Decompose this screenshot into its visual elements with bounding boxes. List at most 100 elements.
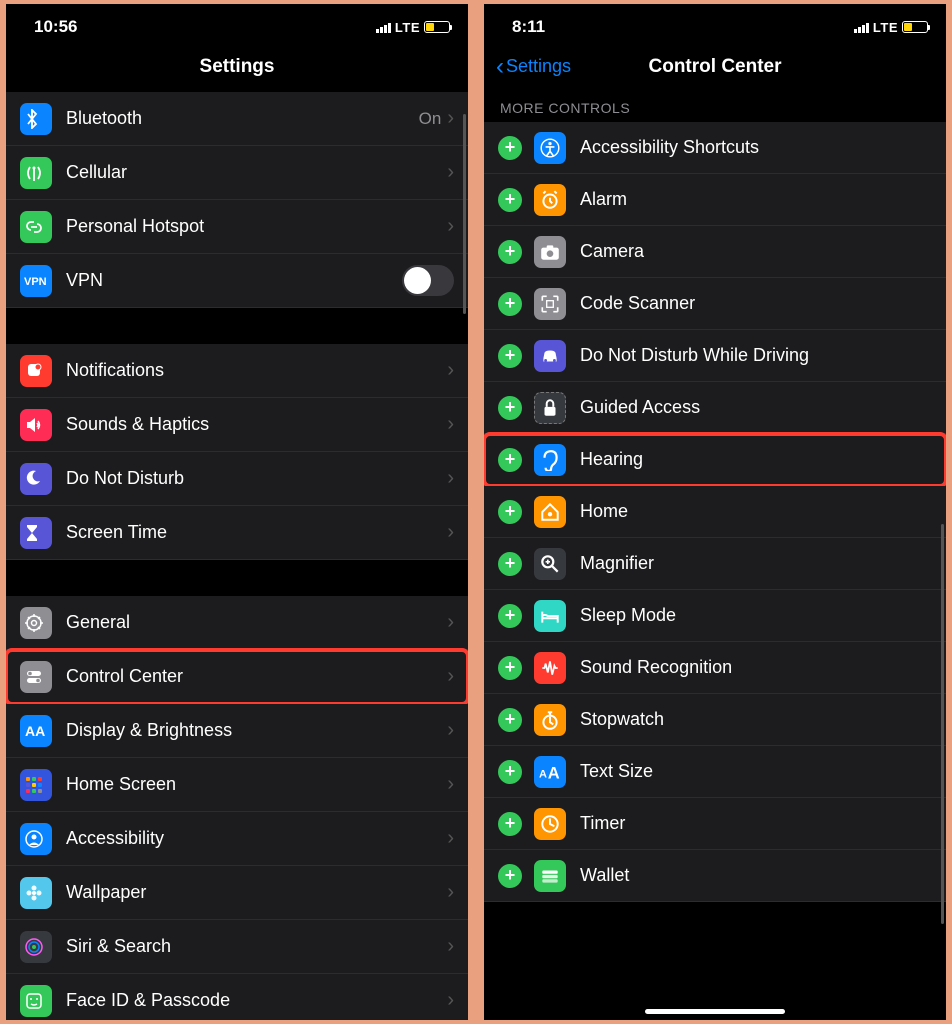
settings-row-notifications[interactable]: Notifications › (6, 344, 468, 398)
settings-row-face-id-passcode[interactable]: Face ID & Passcode › (6, 974, 468, 1024)
control-row-wallet[interactable]: + Wallet (484, 850, 946, 902)
bluetooth-icon (20, 103, 52, 135)
add-button[interactable]: + (498, 396, 522, 420)
settings-row-vpn[interactable]: VPN VPN (6, 254, 468, 308)
vpn-toggle[interactable] (402, 265, 454, 296)
chevron-right-icon: › (447, 215, 454, 238)
control-row-sound-recognition[interactable]: + Sound Recognition (484, 642, 946, 694)
bell-icon (20, 355, 52, 387)
settings-row-personal-hotspot[interactable]: Personal Hotspot › (6, 200, 468, 254)
row-label: Display & Brightness (66, 720, 447, 741)
add-button[interactable]: + (498, 448, 522, 472)
settings-row-general[interactable]: General › (6, 596, 468, 650)
row-label: Alarm (580, 189, 932, 210)
control-row-hearing[interactable]: + Hearing (484, 434, 946, 486)
add-button[interactable]: + (498, 240, 522, 264)
chevron-right-icon: › (447, 773, 454, 796)
control-row-text-size[interactable]: + AA Text Size (484, 746, 946, 798)
settings-row-siri-search[interactable]: Siri & Search › (6, 920, 468, 974)
settings-row-control-center[interactable]: Control Center › (6, 650, 468, 704)
chevron-right-icon: › (447, 881, 454, 904)
add-button[interactable]: + (498, 188, 522, 212)
row-label: Do Not Disturb While Driving (580, 345, 932, 366)
home-icon (534, 496, 566, 528)
header: Settings (6, 46, 468, 92)
settings-row-bluetooth[interactable]: Bluetooth On› (6, 92, 468, 146)
home-indicator[interactable] (645, 1009, 785, 1014)
add-button[interactable]: + (498, 708, 522, 732)
wallet-icon (534, 860, 566, 892)
chevron-right-icon: › (447, 467, 454, 490)
control-row-stopwatch[interactable]: + Stopwatch (484, 694, 946, 746)
add-button[interactable]: + (498, 864, 522, 888)
control-row-camera[interactable]: + Camera (484, 226, 946, 278)
row-label: Magnifier (580, 553, 932, 574)
add-button[interactable]: + (498, 500, 522, 524)
row-label: Notifications (66, 360, 447, 381)
back-button[interactable]: ‹ Settings (496, 56, 571, 77)
row-label: Screen Time (66, 522, 447, 543)
chevron-right-icon: › (447, 665, 454, 688)
add-button[interactable]: + (498, 552, 522, 576)
add-button[interactable]: + (498, 760, 522, 784)
settings-row-cellular[interactable]: Cellular › (6, 146, 468, 200)
settings-row-sounds-haptics[interactable]: Sounds & Haptics › (6, 398, 468, 452)
row-label: Control Center (66, 666, 447, 687)
control-row-do-not-disturb-while-driving[interactable]: + Do Not Disturb While Driving (484, 330, 946, 382)
row-label: Personal Hotspot (66, 216, 447, 237)
add-button[interactable]: + (498, 604, 522, 628)
signal-icon (854, 21, 869, 33)
settings-row-accessibility[interactable]: Accessibility › (6, 812, 468, 866)
gear-icon (20, 607, 52, 639)
control-row-accessibility-shortcuts[interactable]: + Accessibility Shortcuts (484, 122, 946, 174)
row-label: Camera (580, 241, 932, 262)
row-label: Home (580, 501, 932, 522)
settings-row-wallpaper[interactable]: Wallpaper › (6, 866, 468, 920)
control-row-timer[interactable]: + Timer (484, 798, 946, 850)
chevron-right-icon: › (447, 827, 454, 850)
settings-row-screen-time[interactable]: Screen Time › (6, 506, 468, 560)
svg-text:A: A (548, 764, 560, 782)
camera-icon (534, 236, 566, 268)
scrollbar[interactable] (941, 524, 944, 924)
add-button[interactable]: + (498, 812, 522, 836)
controls-list[interactable]: + Accessibility Shortcuts + Alarm + Came… (484, 122, 946, 902)
grid-icon (20, 769, 52, 801)
control-row-magnifier[interactable]: + Magnifier (484, 538, 946, 590)
status-time: 8:11 (512, 17, 545, 37)
add-button[interactable]: + (498, 136, 522, 160)
antenna-icon (20, 157, 52, 189)
row-label: Guided Access (580, 397, 932, 418)
control-row-alarm[interactable]: + Alarm (484, 174, 946, 226)
access-icon (534, 132, 566, 164)
chevron-right-icon: › (447, 611, 454, 634)
control-row-guided-access[interactable]: + Guided Access (484, 382, 946, 434)
row-label: Do Not Disturb (66, 468, 447, 489)
speaker-icon (20, 409, 52, 441)
network-label: LTE (873, 20, 898, 35)
add-button[interactable]: + (498, 344, 522, 368)
settings-row-display-brightness[interactable]: AA Display & Brightness › (6, 704, 468, 758)
chevron-right-icon: › (447, 989, 454, 1012)
settings-row-home-screen[interactable]: Home Screen › (6, 758, 468, 812)
chevron-right-icon: › (447, 719, 454, 742)
status-time: 10:56 (34, 17, 77, 37)
scrollbar[interactable] (463, 114, 466, 314)
qr-icon (534, 288, 566, 320)
stopwatch-icon (534, 704, 566, 736)
network-label: LTE (395, 20, 420, 35)
control-row-sleep-mode[interactable]: + Sleep Mode (484, 590, 946, 642)
vpn-icon: VPN (20, 265, 52, 297)
row-label: Stopwatch (580, 709, 932, 730)
row-label: General (66, 612, 447, 633)
row-label: Home Screen (66, 774, 447, 795)
add-button[interactable]: + (498, 656, 522, 680)
chevron-right-icon: › (447, 935, 454, 958)
back-label: Settings (506, 56, 571, 77)
control-row-code-scanner[interactable]: + Code Scanner (484, 278, 946, 330)
row-label: Accessibility Shortcuts (580, 137, 932, 158)
settings-list[interactable]: Bluetooth On› Cellular › Personal Hotspo… (6, 92, 468, 1024)
settings-row-do-not-disturb[interactable]: Do Not Disturb › (6, 452, 468, 506)
control-row-home[interactable]: + Home (484, 486, 946, 538)
add-button[interactable]: + (498, 292, 522, 316)
